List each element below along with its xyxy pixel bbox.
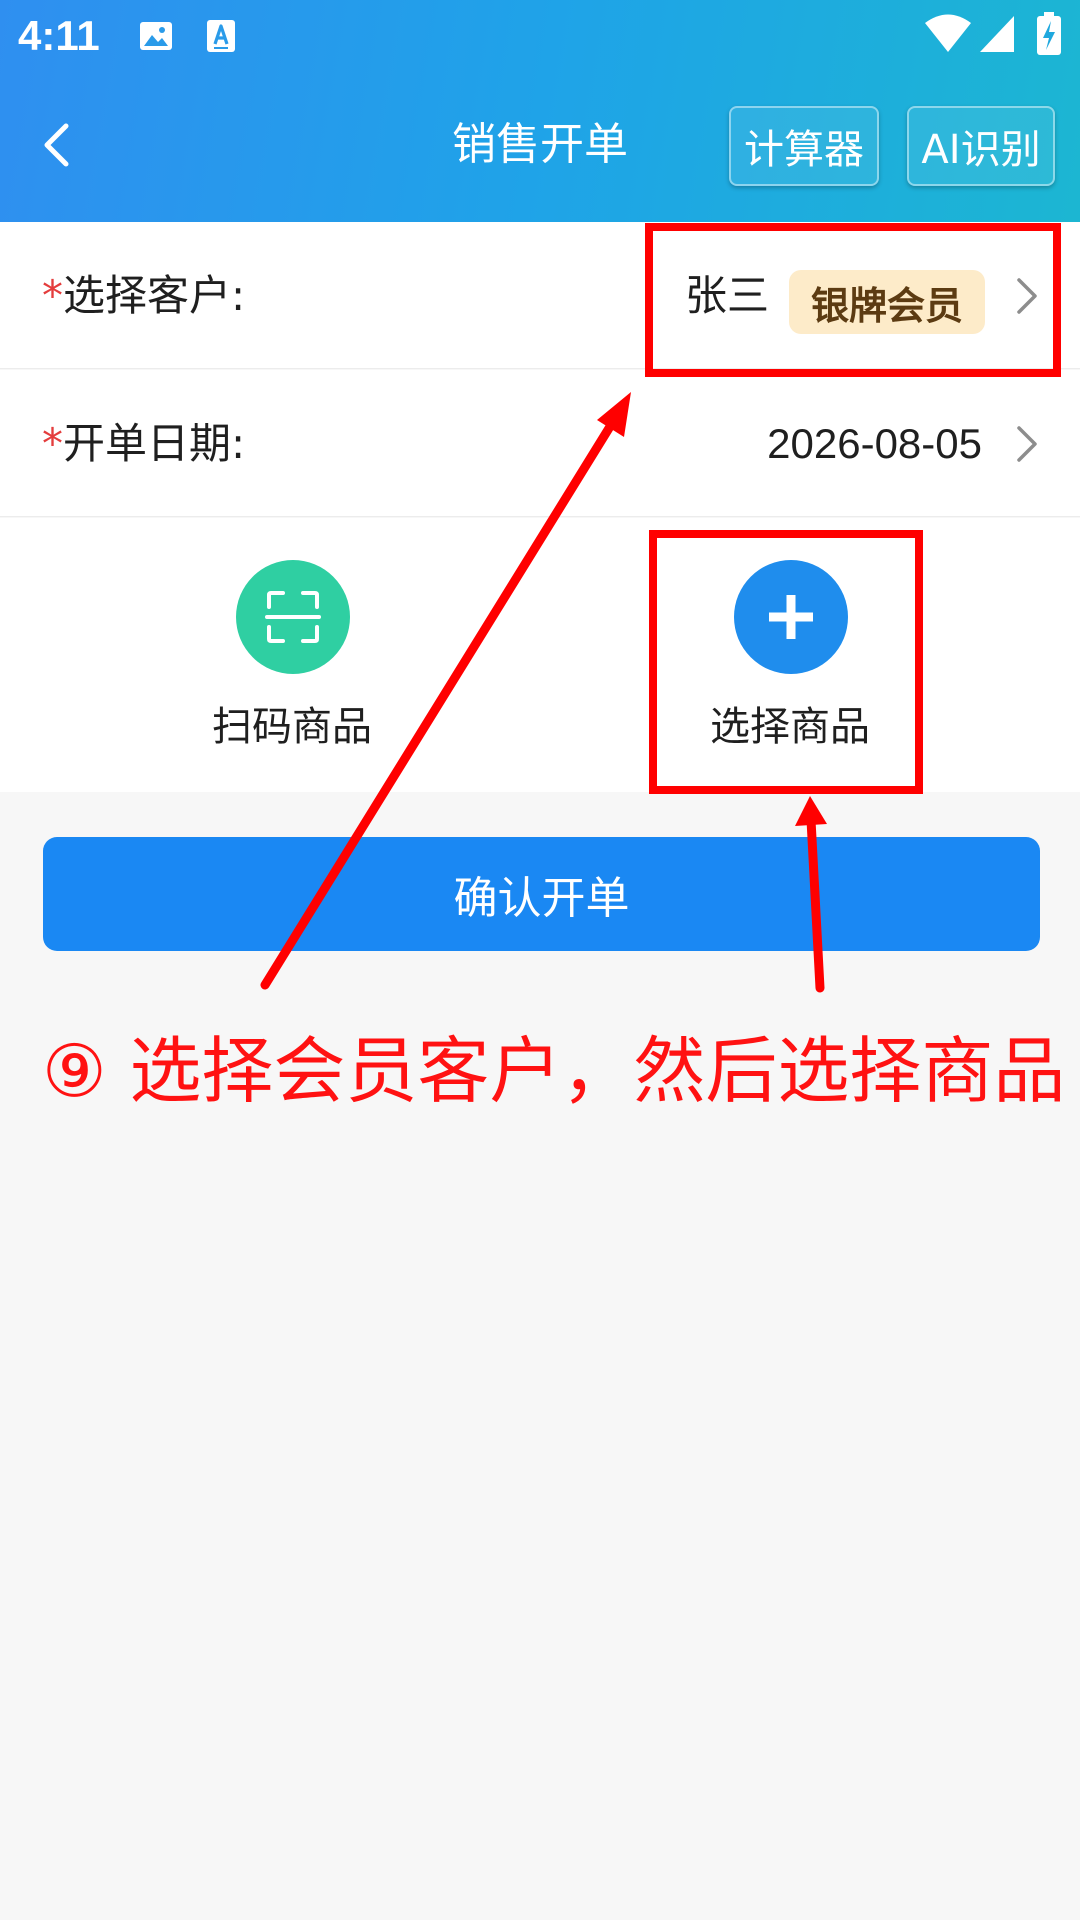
annotation-instruction: ⑨ 选择会员客户，然后选择商品: [42, 1029, 1066, 1113]
date-label-text: 开单日期:: [63, 419, 246, 468]
back-button[interactable]: [28, 110, 84, 180]
select-product-button[interactable]: 选择商品: [660, 518, 920, 792]
chevron-right-icon: [1017, 426, 1037, 462]
scan-product-label: 扫码商品: [212, 704, 372, 750]
plus-icon: [769, 595, 813, 639]
customer-label: *选择客户:: [42, 222, 245, 369]
select-circle: [734, 560, 848, 674]
chevron-left-icon: [44, 123, 69, 167]
required-star: *: [42, 419, 63, 468]
date-value: 2026-08-05: [767, 420, 982, 467]
scan-icon: [265, 591, 321, 643]
member-badge: 银牌会员: [789, 270, 985, 334]
image-icon: [140, 22, 172, 50]
ai-recognition-button[interactable]: AI识别: [907, 106, 1055, 186]
app-header: 4:11 销售开单 计算器 AI识别: [0, 0, 1080, 222]
battery-charging-icon: [1037, 12, 1061, 55]
required-star: *: [42, 271, 63, 320]
scan-circle: [236, 560, 350, 674]
date-label: *开单日期:: [42, 370, 245, 517]
product-actions: 扫码商品 选择商品: [0, 518, 1080, 792]
arrow-head-select-product: [795, 796, 827, 826]
wifi-icon: [925, 14, 971, 52]
calculator-button[interactable]: 计算器: [729, 106, 879, 186]
status-time: 4:11: [18, 12, 100, 59]
scan-product-button[interactable]: 扫码商品: [162, 518, 422, 792]
customer-label-text: 选择客户:: [63, 271, 246, 320]
customer-row[interactable]: *选择客户: 张三 银牌会员: [0, 222, 1080, 369]
customer-name: 张三: [685, 271, 770, 320]
select-product-label: 选择商品: [710, 704, 870, 750]
date-row[interactable]: *开单日期: 2026-08-05: [0, 370, 1080, 517]
chevron-right-icon: [1017, 278, 1037, 314]
text-recognition-icon: [207, 20, 235, 52]
signal-icon: [980, 16, 1014, 52]
confirm-order-button[interactable]: 确认开单: [43, 837, 1040, 951]
